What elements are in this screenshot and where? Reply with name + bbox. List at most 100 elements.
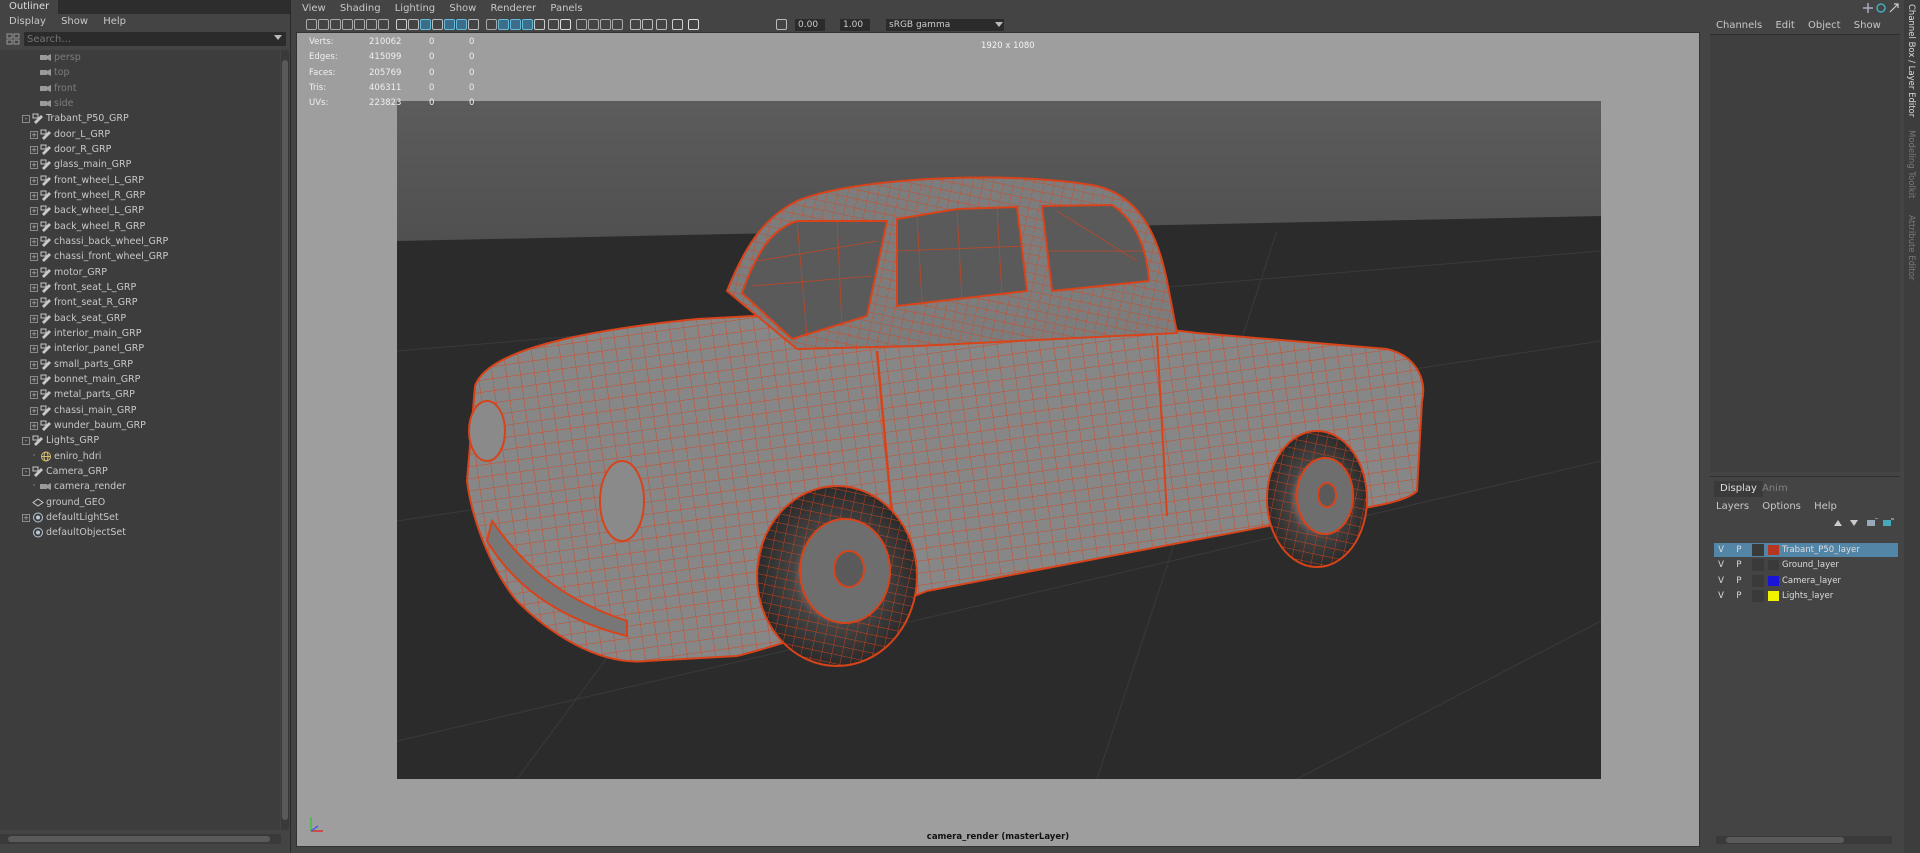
outliner-vertical-scrollbar[interactable] bbox=[281, 50, 289, 830]
toolbar-tool-icon[interactable] bbox=[522, 19, 533, 30]
expand-icon[interactable]: + bbox=[22, 513, 30, 522]
tree-row[interactable]: + chassi_main_GRP bbox=[0, 403, 280, 418]
toolbar-tool-icon[interactable] bbox=[672, 19, 683, 30]
menu-view[interactable]: View bbox=[302, 3, 326, 14]
visibility-toggle[interactable]: V bbox=[1714, 559, 1728, 571]
channel-list-area[interactable] bbox=[1710, 34, 1900, 472]
toolbar-tool-icon[interactable] bbox=[366, 19, 377, 30]
menu-channels[interactable]: Channels bbox=[1716, 20, 1762, 31]
scrollbar-thumb[interactable] bbox=[282, 60, 288, 820]
toolbar-tool-icon[interactable] bbox=[534, 19, 545, 30]
tree-row[interactable]: + small_parts_GRP bbox=[0, 357, 280, 372]
tree-row[interactable]: + back_wheel_L_GRP bbox=[0, 203, 280, 218]
expand-icon[interactable]: + bbox=[30, 253, 38, 262]
expand-icon[interactable]: + bbox=[30, 299, 38, 308]
search-options-icon[interactable] bbox=[6, 33, 20, 45]
toolbar-tool-icon[interactable] bbox=[776, 19, 787, 30]
tree-row[interactable]: front bbox=[0, 81, 280, 96]
expand-icon[interactable]: + bbox=[30, 314, 38, 323]
outliner-search-input[interactable] bbox=[24, 32, 286, 46]
tree-row[interactable]: + chassi_back_wheel_GRP bbox=[0, 234, 280, 249]
expand-icon[interactable]: + bbox=[30, 406, 38, 415]
tab-anim[interactable]: Anim bbox=[1756, 481, 1794, 497]
outliner-horizontal-scrollbar[interactable] bbox=[0, 834, 281, 844]
toolbar-tool-icon[interactable] bbox=[396, 19, 407, 30]
tree-row[interactable]: + interior_main_GRP bbox=[0, 326, 280, 341]
expand-icon[interactable]: + bbox=[30, 176, 38, 185]
toolbar-tool-icon[interactable] bbox=[630, 19, 641, 30]
toolbar-tool-icon[interactable] bbox=[548, 19, 559, 30]
scrollbar-thumb[interactable] bbox=[1726, 837, 1844, 843]
toolbar-tool-icon[interactable] bbox=[656, 19, 667, 30]
search-dropdown-icon[interactable] bbox=[274, 35, 282, 40]
toolbar-tool-icon[interactable] bbox=[456, 19, 467, 30]
tree-row[interactable]: + metal_parts_GRP bbox=[0, 387, 280, 402]
toolbar-tool-icon[interactable] bbox=[588, 19, 599, 30]
expand-icon[interactable] bbox=[1889, 3, 1899, 13]
toolbar-tool-icon[interactable] bbox=[600, 19, 611, 30]
toolbar-tool-icon[interactable] bbox=[354, 19, 365, 30]
toolbar-tool-icon[interactable] bbox=[576, 19, 587, 30]
toolbar-tool-icon[interactable] bbox=[642, 19, 653, 30]
menu-options[interactable]: Options bbox=[1762, 501, 1801, 512]
colorspace-select[interactable]: sRGB gamma bbox=[886, 19, 1004, 31]
menu-lighting[interactable]: Lighting bbox=[395, 3, 435, 14]
toolbar-tool-icon[interactable] bbox=[486, 19, 497, 30]
toolbar-tool-icon[interactable] bbox=[510, 19, 521, 30]
tree-row[interactable]: - Camera_GRP bbox=[0, 464, 280, 479]
layer-row[interactable]: V P Camera_layer bbox=[1714, 574, 1898, 588]
menu-renderer[interactable]: Renderer bbox=[491, 3, 537, 14]
collapse-icon[interactable]: - bbox=[22, 467, 30, 476]
expand-icon[interactable]: + bbox=[30, 145, 38, 154]
move-tool-icon[interactable] bbox=[1863, 3, 1873, 13]
menu-layers[interactable]: Layers bbox=[1716, 501, 1749, 512]
tree-row[interactable]: + front_wheel_L_GRP bbox=[0, 173, 280, 188]
colorspace-dropdown-icon[interactable] bbox=[995, 22, 1003, 27]
toolbar-tool-icon[interactable] bbox=[342, 19, 353, 30]
tree-row[interactable]: · eniro_hdri bbox=[0, 449, 280, 464]
toolbar-tool-icon[interactable] bbox=[688, 19, 699, 30]
tree-row[interactable]: side bbox=[0, 96, 280, 111]
tree-row[interactable]: - Trabant_P50_GRP bbox=[0, 111, 280, 126]
layer-horizontal-scrollbar[interactable] bbox=[1716, 836, 1892, 844]
tree-row[interactable]: + glass_main_GRP bbox=[0, 157, 280, 172]
display-type-toggle[interactable] bbox=[1752, 544, 1764, 556]
expand-icon[interactable]: + bbox=[30, 421, 38, 430]
layer-color-swatch[interactable] bbox=[1768, 545, 1779, 555]
visibility-toggle[interactable]: V bbox=[1714, 544, 1728, 556]
menu-shading[interactable]: Shading bbox=[340, 3, 381, 14]
menu-show[interactable]: Show bbox=[61, 16, 88, 27]
visibility-toggle[interactable]: V bbox=[1714, 575, 1728, 587]
exposure-field[interactable]: 0.00 bbox=[795, 19, 825, 31]
layer-color-swatch[interactable] bbox=[1768, 560, 1779, 571]
tree-row[interactable]: + front_wheel_R_GRP bbox=[0, 188, 280, 203]
tree-row[interactable]: + motor_GRP bbox=[0, 265, 280, 280]
layer-row[interactable]: V P Ground_layer bbox=[1714, 558, 1898, 572]
display-type-toggle[interactable] bbox=[1752, 574, 1764, 587]
tab-modeling-toolkit[interactable]: Modeling Toolkit bbox=[1906, 130, 1916, 199]
expand-icon[interactable]: + bbox=[30, 207, 38, 216]
tree-row[interactable]: persp bbox=[0, 50, 280, 65]
tree-row[interactable]: + door_L_GRP bbox=[0, 127, 280, 142]
layer-color-swatch[interactable] bbox=[1768, 590, 1779, 601]
expand-icon[interactable]: + bbox=[30, 161, 38, 170]
toolbar-tool-icon[interactable] bbox=[420, 19, 431, 30]
tree-row[interactable]: + front_seat_R_GRP bbox=[0, 295, 280, 310]
visibility-toggle[interactable]: V bbox=[1714, 590, 1728, 602]
toolbar-tool-icon[interactable] bbox=[560, 19, 571, 30]
expand-icon[interactable]: + bbox=[30, 283, 38, 292]
tab-attribute-editor[interactable]: Attribute Editor bbox=[1906, 215, 1916, 280]
move-layer-up-icon[interactable] bbox=[1832, 518, 1844, 528]
layer-row[interactable]: V P Lights_layer bbox=[1714, 589, 1898, 603]
menu-panels[interactable]: Panels bbox=[550, 3, 582, 14]
tab-channel-box-layer-editor[interactable]: Channel Box / Layer Editor bbox=[1906, 4, 1916, 117]
expand-icon[interactable]: + bbox=[30, 329, 38, 338]
tree-row[interactable]: ground_GEO bbox=[0, 495, 280, 510]
expand-icon[interactable]: + bbox=[30, 237, 38, 246]
playback-toggle[interactable]: P bbox=[1732, 575, 1746, 587]
playback-toggle[interactable]: P bbox=[1732, 544, 1746, 556]
tree-row[interactable]: + wunder_baum_GRP bbox=[0, 418, 280, 433]
leaf-dot-icon[interactable]: · bbox=[30, 482, 38, 491]
menu-show[interactable]: Show bbox=[1854, 20, 1881, 31]
tree-row[interactable]: top bbox=[0, 65, 280, 80]
